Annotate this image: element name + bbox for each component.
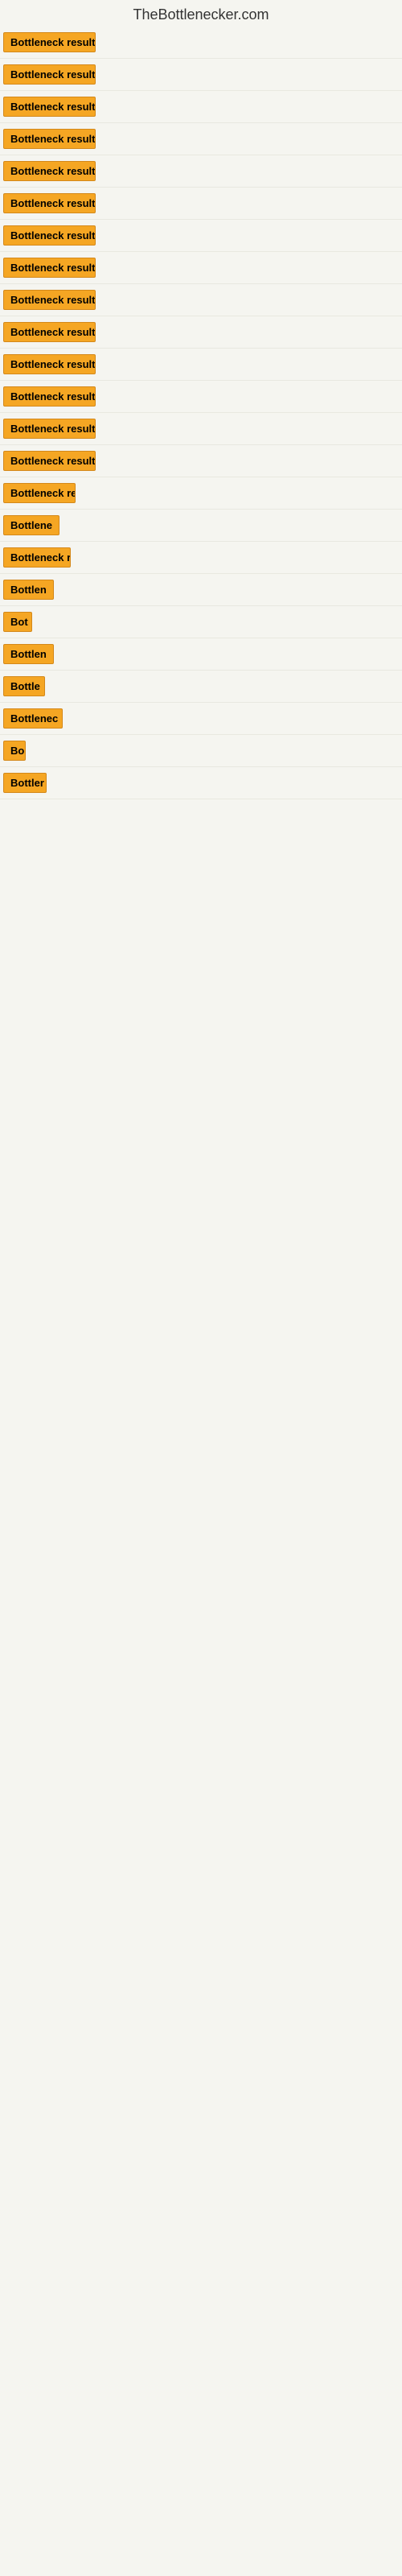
list-item[interactable]: Bottleneck re [0,477,402,510]
list-item[interactable]: Bottleneck result [0,252,402,284]
bottleneck-result-label: Bottler [3,773,47,793]
list-item[interactable]: Bottleneck result [0,349,402,381]
bottleneck-result-label: Bottleneck result [3,451,96,471]
list-item[interactable]: Bottleneck result [0,123,402,155]
list-item[interactable]: Bottlen [0,638,402,671]
bottleneck-result-label: Bottleneck result [3,322,96,342]
list-item[interactable]: Bottler [0,767,402,799]
list-item[interactable]: Bottleneck result [0,413,402,445]
bottleneck-result-label: Bottle [3,676,45,696]
list-item[interactable]: Bottleneck result [0,27,402,59]
list-item[interactable]: Bottleneck result [0,284,402,316]
bottleneck-result-label: Bottleneck result [3,32,96,52]
list-item[interactable]: Bottle [0,671,402,703]
bottleneck-result-label: Bottleneck result [3,386,96,407]
bottleneck-result-label: Bottlenec [3,708,63,729]
list-item[interactable]: Bottleneck result [0,381,402,413]
bottleneck-result-label: Bottleneck result [3,225,96,246]
bottleneck-result-label: Bottlene [3,515,59,535]
bottleneck-result-label: Bottlen [3,644,54,664]
list-item[interactable]: Bot [0,606,402,638]
list-item[interactable]: Bottleneck result [0,445,402,477]
list-item[interactable]: Bottleneck result [0,220,402,252]
bottleneck-result-label: Bottleneck result [3,129,96,149]
rows-container: Bottleneck result Bottleneck result Bottle… [0,27,402,799]
site-header: TheBottlenecker.com [0,0,402,27]
list-item[interactable]: Bottleneck result [0,316,402,349]
bottleneck-result-label: Bottleneck result [3,419,96,439]
list-item[interactable]: Bottleneck result [0,59,402,91]
bottleneck-result-label: Bottleneck result [3,290,96,310]
list-item[interactable]: Bottleneck result [0,91,402,123]
bottleneck-result-label: Bottlen [3,580,54,600]
list-item[interactable]: Bottleneck result [0,155,402,188]
bottleneck-result-label: Bottleneck result [3,161,96,181]
bottleneck-result-label: Bottleneck result [3,258,96,278]
list-item[interactable]: Bottlene [0,510,402,542]
bottleneck-result-label: Bottleneck r [3,547,71,568]
bottleneck-result-label: Bo [3,741,26,761]
bottleneck-result-label: Bottleneck re [3,483,76,503]
bottleneck-result-label: Bottleneck result [3,354,96,374]
list-item[interactable]: Bottlen [0,574,402,606]
bottleneck-result-label: Bottleneck result [3,97,96,117]
list-item[interactable]: Bottlenec [0,703,402,735]
bottleneck-result-label: Bottleneck result [3,193,96,213]
bottleneck-result-label: Bottleneck result [3,64,96,85]
list-item[interactable]: Bottleneck result [0,188,402,220]
list-item[interactable]: Bo [0,735,402,767]
site-title: TheBottlenecker.com [0,0,402,27]
list-item[interactable]: Bottleneck r [0,542,402,574]
bottleneck-result-label: Bot [3,612,32,632]
